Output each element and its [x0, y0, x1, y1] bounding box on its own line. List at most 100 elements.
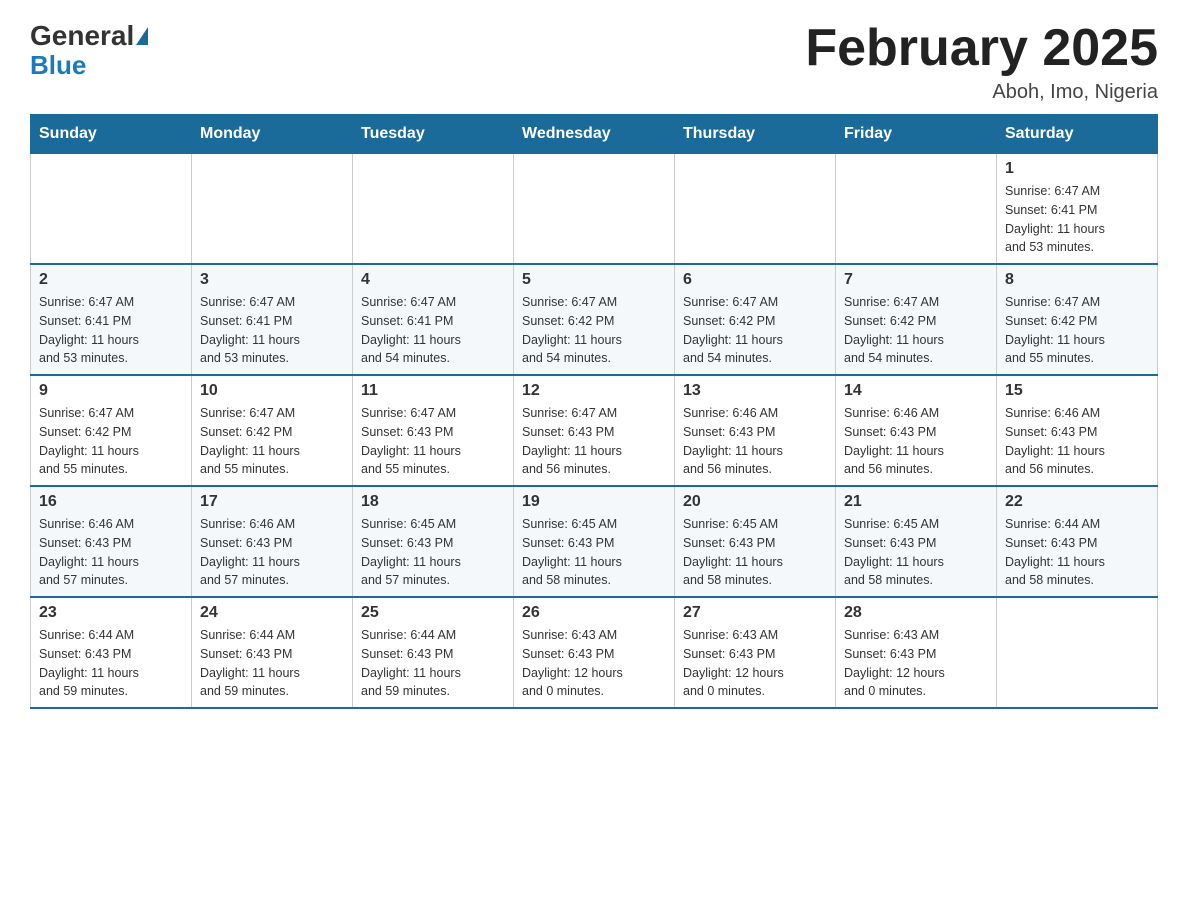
day-info: Sunrise: 6:46 AM Sunset: 6:43 PM Dayligh…: [1005, 404, 1149, 479]
month-title: February 2025: [805, 20, 1158, 77]
table-row: 10 Sunrise: 6:47 AM Sunset: 6:42 PM Dayli…: [192, 375, 353, 486]
day-info: Sunrise: 6:47 AM Sunset: 6:42 PM Dayligh…: [683, 293, 827, 368]
day-number: 8: [1005, 271, 1149, 289]
day-info: Sunrise: 6:47 AM Sunset: 6:43 PM Dayligh…: [361, 404, 505, 479]
day-number: 28: [844, 604, 988, 622]
table-row: [997, 597, 1158, 708]
logo-triangle-icon: [136, 27, 148, 45]
logo-blue-text: Blue: [30, 50, 86, 81]
header-tuesday: Tuesday: [353, 115, 514, 154]
day-info: Sunrise: 6:43 AM Sunset: 6:43 PM Dayligh…: [683, 626, 827, 701]
day-info: Sunrise: 6:47 AM Sunset: 6:42 PM Dayligh…: [844, 293, 988, 368]
table-row: [675, 154, 836, 265]
day-info: Sunrise: 6:44 AM Sunset: 6:43 PM Dayligh…: [361, 626, 505, 701]
logo-general-text: General: [30, 20, 134, 52]
day-number: 16: [39, 493, 183, 511]
table-row: 12Sunrise: 6:47 AM Sunset: 6:43 PM Dayli…: [514, 375, 675, 486]
day-info: Sunrise: 6:47 AM Sunset: 6:43 PM Dayligh…: [522, 404, 666, 479]
day-info: Sunrise: 6:43 AM Sunset: 6:43 PM Dayligh…: [522, 626, 666, 701]
day-number: 7: [844, 271, 988, 289]
header-sunday: Sunday: [31, 115, 192, 154]
table-row: 7 Sunrise: 6:47 AM Sunset: 6:42 PM Daylig…: [836, 264, 997, 375]
table-row: [836, 154, 997, 265]
day-number: 27: [683, 604, 827, 622]
calendar-week-row: 23 Sunrise: 6:44 AM Sunset: 6:43 PM Dayli…: [31, 597, 1158, 708]
title-block: February 2025 Aboh, Imo, Nigeria: [805, 20, 1158, 104]
day-number: 9: [39, 382, 183, 400]
day-info: Sunrise: 6:44 AM Sunset: 6:43 PM Dayligh…: [200, 626, 344, 701]
day-info: Sunrise: 6:45 AM Sunset: 6:43 PM Dayligh…: [361, 515, 505, 590]
day-info: Sunrise: 6:47 AM Sunset: 6:41 PM Dayligh…: [361, 293, 505, 368]
table-row: 20 Sunrise: 6:45 AM Sunset: 6:43 PM Dayli…: [675, 486, 836, 597]
table-row: 24 Sunrise: 6:44 AM Sunset: 6:43 PM Dayli…: [192, 597, 353, 708]
day-number: 23: [39, 604, 183, 622]
header-wednesday: Wednesday: [514, 115, 675, 154]
table-row: 16 Sunrise: 6:46 AM Sunset: 6:43 PM Dayli…: [31, 486, 192, 597]
location-text: Aboh, Imo, Nigeria: [805, 81, 1158, 104]
day-number: 4: [361, 271, 505, 289]
calendar-week-row: 2 Sunrise: 6:47 AM Sunset: 6:41 PM Daylig…: [31, 264, 1158, 375]
day-number: 1: [1005, 160, 1149, 178]
day-info: Sunrise: 6:46 AM Sunset: 6:43 PM Dayligh…: [200, 515, 344, 590]
table-row: [353, 154, 514, 265]
calendar-table: Sunday Monday Tuesday Wednesday Thursday…: [30, 114, 1158, 709]
day-number: 25: [361, 604, 505, 622]
day-number: 14: [844, 382, 988, 400]
day-number: 24: [200, 604, 344, 622]
day-number: 21: [844, 493, 988, 511]
day-number: 20: [683, 493, 827, 511]
day-info: Sunrise: 6:47 AM Sunset: 6:42 PM Dayligh…: [1005, 293, 1149, 368]
table-row: 26 Sunrise: 6:43 AM Sunset: 6:43 PM Dayli…: [514, 597, 675, 708]
table-row: [192, 154, 353, 265]
logo: General Blue: [30, 20, 150, 81]
table-row: 4 Sunrise: 6:47 AM Sunset: 6:41 PM Daylig…: [353, 264, 514, 375]
header-friday: Friday: [836, 115, 997, 154]
header-saturday: Saturday: [997, 115, 1158, 154]
table-row: 22 Sunrise: 6:44 AM Sunset: 6:43 PM Dayli…: [997, 486, 1158, 597]
table-row: 21 Sunrise: 6:45 AM Sunset: 6:43 PM Dayli…: [836, 486, 997, 597]
calendar-week-row: 9 Sunrise: 6:47 AM Sunset: 6:42 PM Daylig…: [31, 375, 1158, 486]
table-row: 17 Sunrise: 6:46 AM Sunset: 6:43 PM Dayli…: [192, 486, 353, 597]
day-info: Sunrise: 6:45 AM Sunset: 6:43 PM Dayligh…: [844, 515, 988, 590]
table-row: 14Sunrise: 6:46 AM Sunset: 6:43 PM Dayli…: [836, 375, 997, 486]
day-number: 5: [522, 271, 666, 289]
table-row: 1 Sunrise: 6:47 AM Sunset: 6:41 PM Daylig…: [997, 154, 1158, 265]
table-row: 6Sunrise: 6:47 AM Sunset: 6:42 PM Daylig…: [675, 264, 836, 375]
day-number: 11: [361, 382, 505, 400]
table-row: 3Sunrise: 6:47 AM Sunset: 6:41 PM Daylig…: [192, 264, 353, 375]
day-number: 2: [39, 271, 183, 289]
day-number: 10: [200, 382, 344, 400]
table-row: 23 Sunrise: 6:44 AM Sunset: 6:43 PM Dayli…: [31, 597, 192, 708]
table-row: 2 Sunrise: 6:47 AM Sunset: 6:41 PM Daylig…: [31, 264, 192, 375]
day-number: 26: [522, 604, 666, 622]
day-info: Sunrise: 6:46 AM Sunset: 6:43 PM Dayligh…: [683, 404, 827, 479]
day-info: Sunrise: 6:46 AM Sunset: 6:43 PM Dayligh…: [39, 515, 183, 590]
header-monday: Monday: [192, 115, 353, 154]
table-row: [514, 154, 675, 265]
day-number: 19: [522, 493, 666, 511]
day-info: Sunrise: 6:47 AM Sunset: 6:41 PM Dayligh…: [39, 293, 183, 368]
day-info: Sunrise: 6:44 AM Sunset: 6:43 PM Dayligh…: [39, 626, 183, 701]
table-row: 19 Sunrise: 6:45 AM Sunset: 6:43 PM Dayli…: [514, 486, 675, 597]
table-row: 25 Sunrise: 6:44 AM Sunset: 6:43 PM Dayli…: [353, 597, 514, 708]
day-info: Sunrise: 6:47 AM Sunset: 6:41 PM Dayligh…: [1005, 182, 1149, 257]
table-row: 28 Sunrise: 6:43 AM Sunset: 6:43 PM Dayli…: [836, 597, 997, 708]
table-row: 27 Sunrise: 6:43 AM Sunset: 6:43 PM Dayli…: [675, 597, 836, 708]
day-info: Sunrise: 6:45 AM Sunset: 6:43 PM Dayligh…: [683, 515, 827, 590]
page-header: General Blue February 2025 Aboh, Imo, Ni…: [30, 20, 1158, 104]
day-number: 18: [361, 493, 505, 511]
day-number: 22: [1005, 493, 1149, 511]
day-info: Sunrise: 6:47 AM Sunset: 6:42 PM Dayligh…: [200, 404, 344, 479]
day-number: 13: [683, 382, 827, 400]
header-thursday: Thursday: [675, 115, 836, 154]
day-info: Sunrise: 6:44 AM Sunset: 6:43 PM Dayligh…: [1005, 515, 1149, 590]
day-info: Sunrise: 6:43 AM Sunset: 6:43 PM Dayligh…: [844, 626, 988, 701]
day-number: 17: [200, 493, 344, 511]
calendar-week-row: 1 Sunrise: 6:47 AM Sunset: 6:41 PM Daylig…: [31, 154, 1158, 265]
table-row: 5Sunrise: 6:47 AM Sunset: 6:42 PM Daylig…: [514, 264, 675, 375]
table-row: 18 Sunrise: 6:45 AM Sunset: 6:43 PM Dayli…: [353, 486, 514, 597]
calendar-week-row: 16 Sunrise: 6:46 AM Sunset: 6:43 PM Dayli…: [31, 486, 1158, 597]
day-info: Sunrise: 6:45 AM Sunset: 6:43 PM Dayligh…: [522, 515, 666, 590]
day-info: Sunrise: 6:47 AM Sunset: 6:42 PM Dayligh…: [39, 404, 183, 479]
table-row: 11 Sunrise: 6:47 AM Sunset: 6:43 PM Dayli…: [353, 375, 514, 486]
